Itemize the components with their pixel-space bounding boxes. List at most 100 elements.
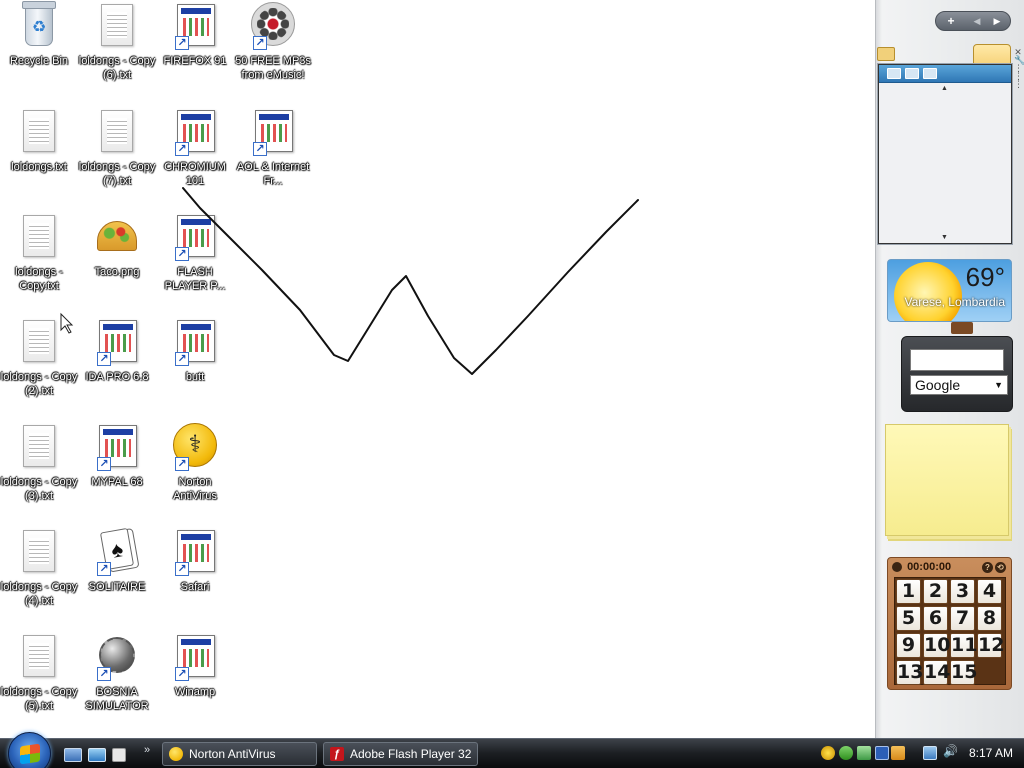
desktop: Recycle Bin loldongs.txt loldongs - Copy… — [0, 0, 875, 738]
application-shortcut-icon[interactable]: ↗ Safari — [156, 528, 234, 594]
task-label: Norton AntiVirus — [189, 747, 276, 761]
puzzle-tile[interactable]: 14 — [923, 660, 950, 685]
calculator-icon[interactable] — [112, 748, 126, 762]
text-document-icon[interactable]: loldongs.txt — [0, 108, 78, 174]
text-document-icon[interactable]: loldongs - Copy.txt — [0, 213, 78, 293]
shortcut-arrow-icon: ↗ — [175, 36, 189, 50]
system-tray: 🔊 8:17 AM — [815, 741, 1024, 767]
icon-label: 50 FREE MP3s from eMusic! — [235, 55, 311, 81]
task-label: Adobe Flash Player 32 — [350, 747, 472, 761]
puzzle-empty-slot[interactable] — [977, 660, 1002, 685]
text-document-icon[interactable]: loldongs - Copy (4).txt — [0, 528, 78, 608]
puzzle-tile[interactable]: 12 — [977, 633, 1004, 658]
previous-page-button[interactable]: ◀ — [966, 12, 988, 30]
shortcut-arrow-icon: ↗ — [97, 457, 111, 471]
norton-icon — [169, 747, 183, 761]
taskbar-button-flash[interactable]: ƒ Adobe Flash Player 32 — [323, 742, 478, 766]
toolbar-folder-icon[interactable] — [905, 68, 919, 79]
volume-icon[interactable]: 🔊 — [943, 744, 958, 758]
sunny-icon — [894, 262, 962, 321]
network-icon[interactable] — [923, 746, 937, 760]
puzzle-tile[interactable]: 10 — [923, 633, 950, 658]
messenger-tray-icon[interactable] — [839, 746, 853, 760]
gadget-toolbar — [879, 65, 1011, 83]
puzzle-header: 00:00:00 ? ⟲ — [892, 561, 1007, 575]
icon-label: AOL & Internet Fr... — [236, 161, 310, 187]
application-shortcut-icon[interactable]: ↗ CHROMIUM 101 — [156, 108, 234, 188]
puzzle-tile[interactable]: 8 — [977, 606, 1002, 631]
taskbar-clock[interactable]: 8:17 AM — [963, 746, 1019, 760]
icon-label: loldongs - Copy (7).txt — [78, 161, 156, 187]
application-shortcut-icon[interactable]: ↗ FLASH PLAYER P... — [156, 213, 234, 293]
taco-image-icon[interactable]: Taco.png — [78, 213, 156, 279]
puzzle-tile[interactable]: 13 — [896, 660, 923, 685]
text-document-icon[interactable]: loldongs - Copy (3).txt — [0, 423, 78, 503]
icon-label: Taco.png — [94, 266, 140, 278]
puzzle-tile[interactable]: 9 — [896, 633, 921, 658]
application-shortcut-icon[interactable]: ↗ MYPAL 68 — [78, 423, 156, 489]
puzzle-tile[interactable]: 6 — [923, 606, 948, 631]
puzzle-tile[interactable]: 4 — [977, 579, 1002, 604]
tray-app-icon[interactable] — [891, 746, 905, 760]
icon-label: MYPAL 68 — [91, 476, 143, 488]
quick-launch-more-icon[interactable]: » — [144, 744, 150, 756]
add-gadget-button[interactable]: + — [940, 12, 962, 30]
application-shortcut-icon[interactable]: ↗ IDA PRO 6.8 — [78, 318, 156, 384]
slideshow-gadget[interactable]: ▲ ▼ — [878, 64, 1012, 244]
puzzle-tile[interactable]: 2 — [923, 579, 948, 604]
icon-label: Recycle Bin — [9, 55, 69, 67]
sync-tray-icon[interactable] — [857, 746, 871, 760]
search-gadget: Google ▼ — [901, 336, 1013, 412]
application-shortcut-icon[interactable]: ↗ FIREFOX 91 — [156, 2, 234, 68]
application-shortcut-icon[interactable]: ↗ AOL & Internet Fr... — [234, 108, 312, 188]
shortcut-arrow-icon: ↗ — [253, 36, 267, 50]
text-document-icon[interactable]: loldongs - Copy (6).txt — [78, 2, 156, 82]
search-engine-select[interactable]: Google ▼ — [910, 375, 1008, 395]
toolbar-folder-icon[interactable] — [887, 68, 901, 79]
icon-label: loldongs.txt — [11, 161, 67, 173]
text-document-icon[interactable]: loldongs - Copy (2).txt — [0, 318, 78, 398]
application-shortcut-icon[interactable]: ↗ Winamp — [156, 633, 234, 699]
sidebar-controls: + ◀ ▶ — [935, 11, 1011, 31]
switch-windows-icon[interactable] — [88, 748, 106, 762]
puzzle-tile[interactable]: 11 — [950, 633, 977, 658]
weather-gadget[interactable]: 69° Varese, Lombardia — [887, 259, 1012, 322]
help-icon[interactable]: ? — [982, 562, 993, 573]
solitaire-cards-icon[interactable]: ↗ SOLITAIRE — [78, 527, 156, 594]
icon-label: FIREFOX 91 — [163, 55, 227, 67]
puzzle-tile[interactable]: 7 — [950, 606, 975, 631]
adobe-tray-icon[interactable] — [875, 746, 889, 760]
puzzle-tile[interactable]: 3 — [950, 579, 975, 604]
norton-antivirus-icon[interactable]: ↗ Norton AntiVirus — [156, 423, 234, 503]
emusic-disc-icon[interactable]: ↗ 50 FREE MP3s from eMusic! — [234, 2, 312, 82]
windows-logo-icon — [20, 743, 40, 765]
puzzle-tile[interactable]: 5 — [896, 606, 921, 631]
icon-label: butt — [185, 371, 205, 383]
mine-icon[interactable]: ↗ BOSNIA SIMULATOR — [78, 633, 156, 713]
puzzle-tile[interactable]: 15 — [950, 660, 977, 685]
gadget-grip-icon[interactable]: ✕ 🔧 ⋮ ⋮ ⋮ — [1014, 48, 1024, 104]
shortcut-arrow-icon: ↗ — [253, 142, 267, 156]
scroll-up-icon[interactable]: ▲ — [941, 85, 948, 92]
text-document-icon[interactable]: loldongs - Copy (7).txt — [78, 108, 156, 188]
text-document-icon[interactable]: loldongs - Copy (5).txt — [0, 633, 78, 713]
norton-tray-icon[interactable] — [821, 746, 835, 760]
folder-tab-icon[interactable] — [877, 47, 895, 61]
show-desktop-icon[interactable] — [64, 748, 82, 762]
next-page-button[interactable]: ▶ — [986, 12, 1008, 30]
weather-location: Varese, Lombardia — [904, 295, 1006, 309]
shortcut-arrow-icon: ↗ — [175, 667, 189, 681]
scroll-down-icon[interactable]: ▼ — [941, 234, 948, 241]
taskbar-button-norton[interactable]: Norton AntiVirus — [162, 742, 317, 766]
flash-icon: ƒ — [330, 747, 344, 761]
puzzle-tile[interactable]: 1 — [896, 579, 921, 604]
sticky-notes-gadget[interactable] — [885, 424, 1009, 536]
recycle-bin-icon[interactable]: Recycle Bin — [0, 1, 78, 68]
shuffle-icon[interactable]: ⟲ — [995, 562, 1006, 573]
puzzle-grid: 1 2 3 4 5 6 7 8 9 10 11 12 13 14 15 — [894, 577, 1006, 685]
application-shortcut-icon[interactable]: ↗ butt — [156, 318, 234, 384]
weather-temperature: 69° — [965, 262, 1005, 292]
toolbar-folder-icon[interactable] — [923, 68, 937, 79]
search-input[interactable] — [910, 349, 1004, 371]
start-button[interactable] — [8, 732, 51, 768]
